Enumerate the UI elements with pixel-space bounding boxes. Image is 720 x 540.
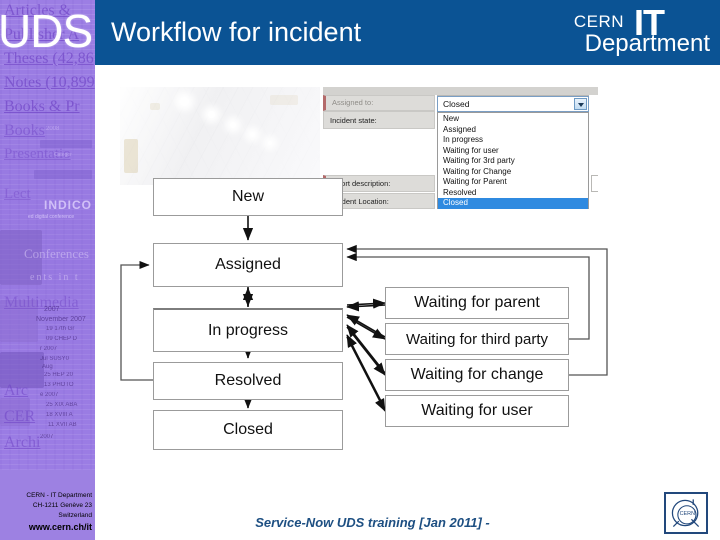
sidebar-bg-line: Lect bbox=[4, 186, 31, 202]
sidebar-bg-subline: 25 HEP 20 bbox=[44, 372, 73, 378]
state-node-waiting-for-change[interactable]: Waiting for change bbox=[385, 359, 569, 391]
state-node-waiting-for-third-party[interactable]: Waiting for third party bbox=[385, 323, 569, 355]
footer-url[interactable]: www.cern.ch/it bbox=[0, 521, 92, 534]
sidebar-footer: CERN - IT Department CH-1211 Genève 23 S… bbox=[0, 491, 95, 534]
state-node-waiting-for-user[interactable]: Waiting for user bbox=[385, 395, 569, 427]
sidebar-bg-subline: 2008 bbox=[46, 126, 60, 132]
state-node-in-progress[interactable]: In progress bbox=[153, 308, 343, 352]
sidebar-bg-line: Archi bbox=[4, 434, 41, 451]
sidebar-bg-line: Arc bbox=[4, 382, 28, 399]
footer-department: CERN - IT Department bbox=[26, 492, 92, 499]
sidebar-bg-subline: November 2007 bbox=[36, 316, 86, 323]
slide-header: Workflow for incident CERN IT Department bbox=[95, 0, 720, 65]
sidebar-patch bbox=[34, 170, 92, 179]
state-node-new[interactable]: New bbox=[153, 178, 343, 216]
sidebar-bg-line: Multimedia bbox=[4, 294, 79, 311]
state-node-resolved[interactable]: Resolved bbox=[153, 362, 343, 400]
sidebar-bg-subline: 09 CHEP D bbox=[46, 336, 77, 342]
sidebar-bg-line: Books & Pr bbox=[4, 98, 80, 115]
sidebar-bg-line: Books bbox=[4, 122, 45, 139]
logo-cern-text: CERN bbox=[573, 12, 624, 31]
sidebar-bg-subline: 19 17th Gr bbox=[46, 326, 75, 332]
sidebar-bg-subline: r 2007 bbox=[40, 346, 58, 352]
sidebar-bg-line: Notes (10,899 bbox=[4, 74, 95, 91]
logo-department-text: Department bbox=[584, 30, 710, 57]
cern-ring-logo: CERN bbox=[664, 492, 708, 534]
sidebar-bg-subline: ed digital conference bbox=[28, 214, 75, 220]
sidebar-bg-line: CER bbox=[4, 408, 36, 425]
sidebar-bg-subline: Categor bbox=[54, 152, 72, 158]
state-node-waiting-for-parent[interactable]: Waiting for parent bbox=[385, 287, 569, 319]
sidebar-bg-subline: INDICO bbox=[44, 198, 92, 212]
sidebar-bg-subline: 2007 bbox=[40, 434, 54, 440]
sidebar-bg-subline: 11 XVII AB bbox=[48, 422, 77, 428]
svg-text:CERN: CERN bbox=[680, 511, 695, 517]
sidebar-bg-line: ents in t bbox=[30, 272, 80, 283]
sidebar-bg-subline: Aug bbox=[42, 364, 53, 370]
slide-body: Assigned to: Incident state: Short descr… bbox=[95, 65, 720, 540]
cern-it-department-logo: CERN IT Department bbox=[527, 2, 712, 62]
slide-footer-text: Service-Now UDS training [Jan 2011] - bbox=[255, 515, 490, 530]
sidebar-bg-subline: e 2007 bbox=[40, 392, 59, 398]
uds-wordmark: UDS bbox=[0, 5, 93, 57]
sidebar-bg-subline: 2007 bbox=[44, 306, 60, 313]
sidebar-bg-subline: 13 PHOTO bbox=[44, 382, 74, 388]
sidebar-bg-line: Conferences bbox=[24, 246, 89, 261]
state-node-assigned[interactable]: Assigned bbox=[153, 243, 343, 287]
sidebar: Articles & Publisher A Theses (42,86 Not… bbox=[0, 0, 95, 540]
state-node-closed[interactable]: Closed bbox=[153, 410, 343, 450]
page-title: Workflow for incident bbox=[111, 17, 362, 47]
sidebar-bg-subline: 18 XVIII A bbox=[46, 412, 73, 418]
sidebar-bg-subline: 25 XIX ABA bbox=[46, 402, 78, 408]
footer-country: Switzerland bbox=[58, 512, 92, 519]
footer-address: CH-1211 Genève 23 bbox=[32, 502, 92, 509]
sidebar-bg-subline: Jul SUSY0 bbox=[40, 356, 70, 362]
